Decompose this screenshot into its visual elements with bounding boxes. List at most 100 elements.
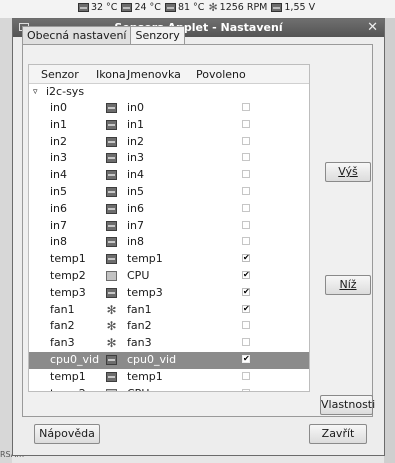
tree-group-row[interactable]: ▿ i2c-sys <box>29 84 309 100</box>
table-row[interactable]: cpu0_vid cpu0_vid ✔ <box>29 351 309 369</box>
tab-general[interactable]: Obecná nastavení <box>22 26 132 44</box>
chip-icon[interactable] <box>106 287 117 298</box>
table-row[interactable]: temp3 temp3 ✔ <box>29 285 309 302</box>
enabled-checkbox[interactable] <box>242 153 250 162</box>
table-row[interactable]: in2 in2 <box>29 134 309 151</box>
enabled-checkbox[interactable] <box>242 388 250 391</box>
sensor-name: temp2 <box>50 268 86 282</box>
move-down-label: Níž <box>339 278 357 291</box>
enabled-checkbox[interactable]: ✔ <box>242 270 250 279</box>
sensor-label[interactable]: in7 <box>127 219 144 232</box>
table-row[interactable]: in0 in0 <box>29 100 309 117</box>
table-row[interactable]: temp1 temp1 <box>29 369 309 386</box>
column-header-enabled[interactable]: Povoleno <box>196 68 246 81</box>
table-row[interactable]: in8 in8 <box>29 234 309 251</box>
chip-icon <box>77 3 89 12</box>
enabled-checkbox[interactable]: ✔ <box>242 304 250 313</box>
enabled-checkbox[interactable]: ✔ <box>242 254 250 263</box>
chip-icon[interactable] <box>106 119 117 130</box>
sensor-label[interactable]: in3 <box>127 151 144 164</box>
properties-button[interactable]: Vlastnosti <box>320 395 376 415</box>
cpu-icon[interactable] <box>106 388 117 391</box>
table-row[interactable]: fan2 ✻ fan2 <box>29 318 309 335</box>
table-row[interactable]: temp2 CPU ✔ <box>29 268 309 285</box>
enabled-checkbox[interactable] <box>242 186 250 195</box>
sensor-label[interactable]: CPU <box>127 269 149 282</box>
table-row[interactable]: in1 in1 <box>29 117 309 134</box>
chip-icon[interactable] <box>106 203 117 214</box>
move-up-button[interactable]: Výš <box>325 162 371 182</box>
sensor-name: fan2 <box>50 319 75 333</box>
sensor-label[interactable]: fan3 <box>127 336 152 349</box>
table-row[interactable]: temp2 CPU <box>29 386 309 391</box>
enabled-checkbox[interactable] <box>242 119 250 128</box>
chip-icon[interactable] <box>106 354 117 365</box>
table-row[interactable]: in3 in3 <box>29 150 309 167</box>
move-down-button[interactable]: Níž <box>325 275 371 295</box>
sensor-name: cpu0_vid <box>50 352 100 366</box>
help-label: Nápověda <box>39 427 95 440</box>
sensor-label[interactable]: temp1 <box>127 252 163 265</box>
chip-icon[interactable] <box>106 103 117 113</box>
enabled-checkbox[interactable] <box>242 103 250 111</box>
sensor-label[interactable]: in6 <box>127 202 144 215</box>
sensor-label[interactable]: in5 <box>127 185 144 198</box>
table-row[interactable]: temp1 temp1 ✔ <box>29 251 309 268</box>
column-header-sensor[interactable]: Senzor <box>41 68 79 81</box>
enabled-checkbox[interactable] <box>242 371 250 380</box>
chip-icon[interactable] <box>106 136 117 147</box>
cpu-icon[interactable] <box>106 270 117 281</box>
enabled-checkbox[interactable] <box>242 220 250 229</box>
chip-icon[interactable] <box>106 237 117 248</box>
sensors-panel-applet[interactable]: 32 °C 24 °C 81 °C ✻ 1256 RPM 1,55 V <box>0 2 395 16</box>
sensor-label[interactable]: cpu0_vid <box>127 353 176 366</box>
sensor-label[interactable]: in2 <box>127 135 144 148</box>
properties-label: Vlastnosti <box>321 398 376 411</box>
chip-icon[interactable] <box>106 186 117 197</box>
chip-icon[interactable] <box>106 153 117 164</box>
sensor-label[interactable]: temp3 <box>127 286 163 299</box>
sensor-label[interactable]: in8 <box>127 235 144 248</box>
table-row[interactable]: in6 in6 <box>29 201 309 218</box>
table-row[interactable]: fan1 ✻ fan1 ✔ <box>29 302 309 319</box>
table-row[interactable]: in4 in4 <box>29 167 309 184</box>
enabled-checkbox[interactable]: ✔ <box>242 287 250 296</box>
table-row[interactable]: in5 in5 <box>29 184 309 201</box>
enabled-checkbox[interactable] <box>242 321 250 330</box>
sensor-name: in5 <box>50 184 68 198</box>
sensor-label[interactable]: in0 <box>127 101 144 114</box>
sensor-label[interactable]: fan1 <box>127 303 152 316</box>
fan-icon[interactable]: ✻ <box>106 337 117 349</box>
help-button[interactable]: Nápověda <box>34 424 100 444</box>
fan-icon[interactable]: ✻ <box>106 304 117 316</box>
tab-sensors[interactable]: Senzory <box>130 26 185 45</box>
panel-sensor-value: 1256 RPM <box>219 2 268 13</box>
enabled-checkbox[interactable] <box>242 203 250 212</box>
panel-sensor-value: 24 °C <box>134 2 161 13</box>
sensor-label[interactable]: CPU <box>127 387 149 391</box>
expander-arrow-icon[interactable]: ▿ <box>33 84 38 100</box>
table-row[interactable]: fan3 ✻ fan3 <box>29 335 309 352</box>
close-button[interactable]: Zavřít <box>309 424 367 444</box>
sensor-name: in1 <box>50 117 68 131</box>
chip-icon[interactable] <box>106 254 117 265</box>
sensor-name: temp1 <box>50 369 86 383</box>
column-header-label[interactable]: Jmenovka <box>127 68 181 81</box>
column-header-icon[interactable]: Ikona <box>96 68 126 81</box>
fan-icon[interactable]: ✻ <box>106 320 117 332</box>
close-icon[interactable]: ✕ <box>367 19 378 37</box>
enabled-checkbox[interactable] <box>242 237 250 246</box>
chip-icon[interactable] <box>106 371 117 382</box>
table-row[interactable]: in7 in7 <box>29 218 309 235</box>
chip-icon[interactable] <box>106 170 117 181</box>
enabled-checkbox[interactable] <box>242 136 250 145</box>
chip-icon[interactable] <box>106 220 117 231</box>
sensor-label[interactable]: fan2 <box>127 319 152 332</box>
enabled-checkbox[interactable] <box>242 170 250 179</box>
sensors-tree-view[interactable]: Senzor Ikona Jmenovka Povoleno ▿ i2c-sys… <box>28 64 310 392</box>
sensor-label[interactable]: in4 <box>127 168 144 181</box>
sensor-label[interactable]: temp1 <box>127 370 163 383</box>
enabled-checkbox[interactable] <box>242 338 250 347</box>
enabled-checkbox[interactable]: ✔ <box>242 354 250 363</box>
sensor-label[interactable]: in1 <box>127 118 144 131</box>
